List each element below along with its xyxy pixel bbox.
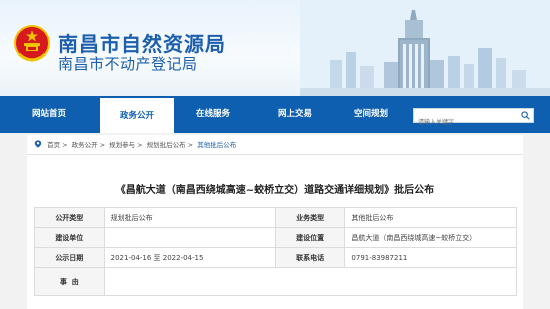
breadcrumb: 首页 > 政务公开 > 规划参与 > 规划批后公布 > 其他批后公布: [34, 139, 238, 153]
site-header: 南昌市自然资源局 南昌市不动产登记局: [0, 0, 550, 96]
breadcrumb-planning-participation[interactable]: 规划参与: [109, 141, 135, 149]
location-pin-icon: [34, 140, 42, 148]
divider: [27, 154, 523, 155]
value-construction-location: 昌航大道（南昌西绕城高速~蛟桥立交）: [344, 227, 517, 248]
label-construction-location: 建设位置: [274, 227, 346, 248]
table-row: 事 由: [34, 267, 518, 296]
value-construction-unit: [103, 227, 276, 248]
breadcrumb-government-affairs[interactable]: 政务公开: [72, 141, 98, 149]
nav-item-online-trading[interactable]: 网上交易: [258, 96, 332, 133]
value-disclosure-type: 规划批后公布: [103, 207, 276, 228]
breadcrumb-separator: >: [62, 141, 68, 149]
label-disclosure-type: 公开类型: [34, 207, 105, 228]
label-reason: 事 由: [34, 267, 105, 296]
article-title: 《昌航大道（南昌西绕城高速~蛟桥立交）道路交通详细规划》批后公布: [115, 185, 435, 196]
search-icon[interactable]: [521, 111, 530, 120]
breadcrumb-separator: >: [99, 141, 106, 149]
label-business-type: 业务类型: [274, 207, 346, 228]
value-publicity-date: 2021-04-16 至 2022-04-15: [103, 247, 276, 268]
nav-item-online-services[interactable]: 在线服务: [176, 96, 250, 133]
nav-item-home[interactable]: 网站首页: [12, 96, 86, 133]
value-business-type: 其他批后公布: [344, 207, 517, 228]
label-contact-phone: 联系电话: [274, 247, 346, 268]
label-publicity-date: 公示日期: [34, 247, 105, 268]
breadcrumb-separator: >: [187, 141, 194, 149]
breadcrumb-current[interactable]: 其他批后公布: [197, 141, 236, 149]
city-skyline-illustration: [300, 0, 550, 96]
table-row: 公开类型 规划批后公布 业务类型 其他批后公布: [34, 207, 517, 228]
info-table: 公开类型 规划批后公布 业务类型 其他批后公布 建设单位 建设位置 昌航大道（南…: [34, 207, 518, 296]
search-input[interactable]: [414, 116, 514, 129]
nav-item-spatial-planning[interactable]: 空间规划: [334, 96, 408, 133]
article-panel: 首页 > 政务公开 > 规划参与 > 规划批后公布 > 其他批后公布 《昌航大道（南昌西…: [27, 135, 523, 309]
breadcrumb-separator: >: [137, 141, 143, 149]
table-row: 公示日期 2021-04-16 至 2022-04-15 联系电话 0791-8…: [34, 247, 517, 268]
value-reason: [103, 267, 518, 296]
search-box: [413, 108, 534, 129]
breadcrumb-home[interactable]: 首页: [47, 141, 60, 149]
label-construction-unit: 建设单位: [34, 227, 105, 248]
breadcrumb-planning-publication[interactable]: 规划批后公布: [147, 141, 186, 149]
table-row: 建设单位 建设位置 昌航大道（南昌西绕城高速~蛟桥立交）: [34, 227, 517, 248]
national-emblem-icon: [14, 25, 50, 62]
nav-item-government-affairs[interactable]: 政务公开: [100, 96, 174, 133]
site-subtitle: 南昌市不动产登记局: [58, 55, 198, 73]
value-contact-phone: 0791-83987211: [344, 247, 517, 268]
